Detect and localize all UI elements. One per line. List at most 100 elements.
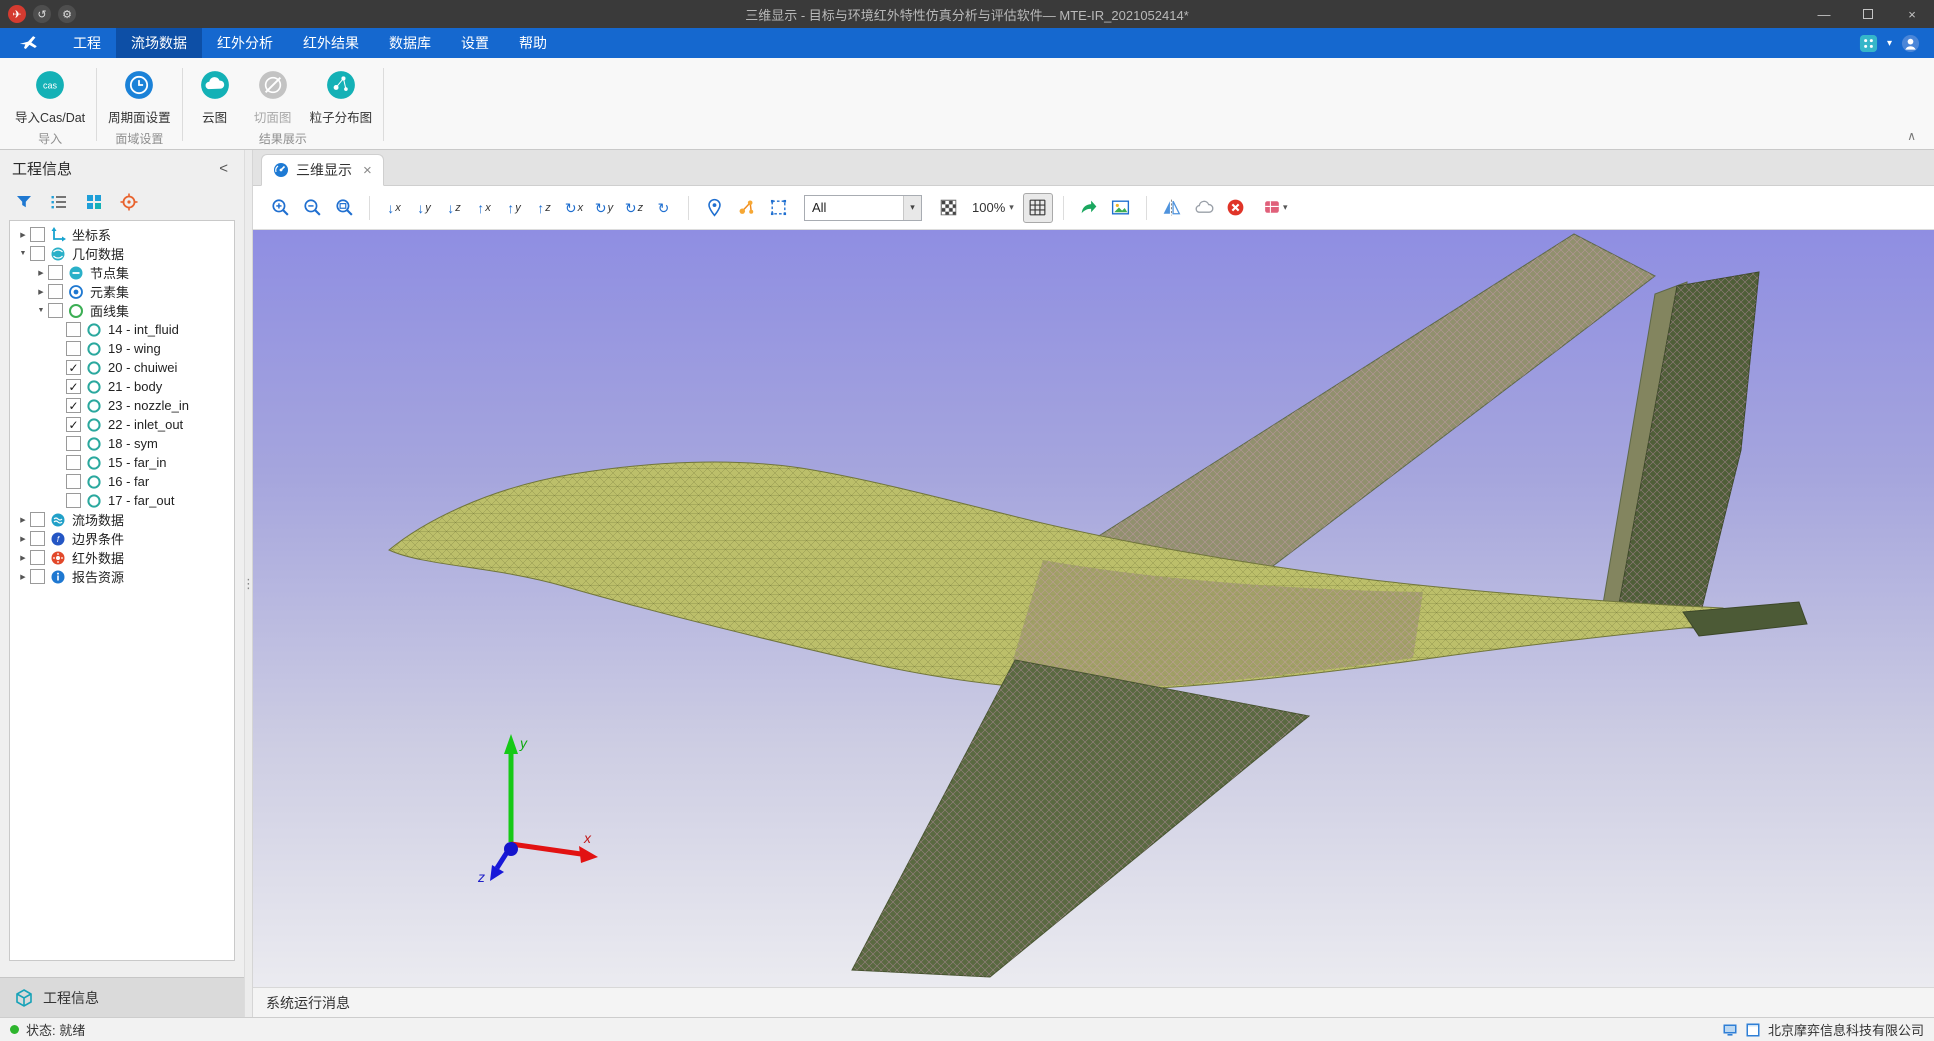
tree-checkbox[interactable]: [66, 493, 81, 508]
tree-expand-arrow[interactable]: ▶: [34, 288, 48, 296]
app-logo-icon[interactable]: ✈: [8, 5, 26, 23]
texture-render-button[interactable]: ▾: [1253, 193, 1297, 223]
filter-icon[interactable]: [15, 193, 33, 211]
rotate-z-button[interactable]: ↻z: [620, 193, 648, 223]
tree-item-surface-23-nozzle-in[interactable]: ✓23 - nozzle_in: [10, 396, 234, 415]
list-view-icon[interactable]: [50, 193, 68, 211]
account-icon[interactable]: [1901, 34, 1920, 53]
target-icon[interactable]: [120, 193, 138, 211]
menu-item-database[interactable]: 数据库: [374, 28, 446, 58]
tree-checkbox[interactable]: ✓: [66, 360, 81, 375]
tree-expand-arrow[interactable]: ▶: [16, 516, 30, 524]
tree-item-surface-16-far[interactable]: 16 - far: [10, 472, 234, 491]
panel-splitter[interactable]: ⋮: [244, 150, 253, 1017]
window-layout-icon[interactable]: [1745, 1022, 1761, 1038]
tree-expand-arrow[interactable]: ▶: [16, 554, 30, 562]
contour-map-button[interactable]: 云图: [187, 62, 243, 128]
tree-checkbox[interactable]: ✓: [66, 417, 81, 432]
screenshot-button[interactable]: [1106, 193, 1136, 223]
tree-checkbox[interactable]: ✓: [66, 398, 81, 413]
view-x-down-button[interactable]: ↓x: [380, 193, 408, 223]
tree-item-report-resource[interactable]: ▶报告资源: [10, 567, 234, 586]
tree-expand-arrow[interactable]: ▶: [16, 573, 30, 581]
tree-item-face-set[interactable]: ▼面线集: [10, 301, 234, 320]
tree-checkbox[interactable]: [30, 227, 45, 242]
menu-item-infrared-results[interactable]: 红外结果: [288, 28, 374, 58]
tree-checkbox[interactable]: [66, 474, 81, 489]
combo-dropdown-icon[interactable]: ▾: [903, 196, 921, 220]
clear-results-button[interactable]: [1221, 193, 1251, 223]
cloud-display-button[interactable]: [1189, 193, 1219, 223]
tree-item-surface-18-sym[interactable]: 18 - sym: [10, 434, 234, 453]
view-z-down-button[interactable]: ↓z: [440, 193, 468, 223]
display-mode-icon[interactable]: [1722, 1022, 1738, 1038]
minimize-button[interactable]: —: [1802, 0, 1846, 28]
mesh-grid-toggle[interactable]: [1023, 193, 1053, 223]
menu-item-engineering[interactable]: 工程: [58, 28, 116, 58]
tree-checkbox[interactable]: [66, 322, 81, 337]
tree-expand-arrow[interactable]: ▶: [16, 231, 30, 239]
panel-collapse-button[interactable]: <: [215, 160, 232, 177]
zoom-window-button[interactable]: [329, 193, 359, 223]
tree-item-boundary-condition[interactable]: ▶f边界条件: [10, 529, 234, 548]
project-info-tab[interactable]: 工程信息: [0, 977, 244, 1017]
tree-item-surface-15-far-in[interactable]: 15 - far_in: [10, 453, 234, 472]
tree-expand-arrow[interactable]: ▶: [16, 535, 30, 543]
tab-3d-display[interactable]: 三维显示 ×: [261, 154, 384, 186]
menu-item-settings[interactable]: 设置: [446, 28, 504, 58]
maximize-button[interactable]: [1846, 0, 1890, 28]
close-button[interactable]: ×: [1890, 0, 1934, 28]
display-filter-combo[interactable]: All ▾: [804, 195, 922, 221]
rotate-x-button[interactable]: ↻x: [560, 193, 588, 223]
zoom-in-button[interactable]: [265, 193, 295, 223]
texture-caret-icon[interactable]: ▾: [1283, 202, 1288, 213]
zoom-level-dropdown[interactable]: 100% ▾: [965, 200, 1021, 215]
tree-item-surface-20-chuiwei[interactable]: ✓20 - chuiwei: [10, 358, 234, 377]
ribbon-collapse-icon[interactable]: ∧: [1907, 129, 1916, 143]
rotate-y-button[interactable]: ↻y: [590, 193, 618, 223]
tree-checkbox[interactable]: [30, 246, 45, 261]
transparency-button[interactable]: [933, 193, 963, 223]
menu-item-help[interactable]: 帮助: [504, 28, 562, 58]
tree-item-infrared-data[interactable]: ▶红外数据: [10, 548, 234, 567]
probe-pin-button[interactable]: [699, 193, 729, 223]
tree-item-surface-17-far-out[interactable]: 17 - far_out: [10, 491, 234, 510]
tree-checkbox[interactable]: [48, 265, 63, 280]
menu-item-flow-field-data[interactable]: 流场数据: [116, 28, 202, 58]
menu-item-infrared-analysis[interactable]: 红外分析: [202, 28, 288, 58]
grid-view-icon[interactable]: [85, 193, 103, 211]
tree-item-coordinate-system[interactable]: ▶坐标系: [10, 225, 234, 244]
view-y-down-button[interactable]: ↓y: [410, 193, 438, 223]
tree-checkbox[interactable]: [30, 550, 45, 565]
tree-checkbox[interactable]: ✓: [66, 379, 81, 394]
tree-item-surface-14-int-fluid[interactable]: 14 - int_fluid: [10, 320, 234, 339]
tree-checkbox[interactable]: [30, 569, 45, 584]
tree-checkbox[interactable]: [30, 512, 45, 527]
box-select-button[interactable]: [763, 193, 793, 223]
tree-checkbox[interactable]: [48, 284, 63, 299]
tree-checkbox[interactable]: [66, 341, 81, 356]
tree-checkbox[interactable]: [66, 436, 81, 451]
tree-checkbox[interactable]: [66, 455, 81, 470]
viewport-3d[interactable]: y x z: [253, 230, 1934, 987]
rotate-free-button[interactable]: ↻: [650, 193, 678, 223]
tree-item-surface-21-body[interactable]: ✓21 - body: [10, 377, 234, 396]
periodic-face-setting-button[interactable]: 周期面设置: [101, 62, 178, 128]
particle-distribution-button[interactable]: 粒子分布图: [303, 62, 380, 128]
tree-item-flow-field-data[interactable]: ▶流场数据: [10, 510, 234, 529]
zoom-out-button[interactable]: [297, 193, 327, 223]
export-arrow-button[interactable]: [1074, 193, 1104, 223]
view-y-up-button[interactable]: ↑y: [500, 193, 528, 223]
tree-checkbox[interactable]: [30, 531, 45, 546]
import-cas-dat-button[interactable]: cas导入Cas/Dat: [8, 62, 92, 128]
tree-checkbox[interactable]: [48, 303, 63, 318]
tree-expand-arrow[interactable]: ▶: [34, 269, 48, 277]
tab-close-icon[interactable]: ×: [363, 162, 372, 179]
tree-expand-arrow[interactable]: ▼: [34, 307, 48, 314]
view-x-up-button[interactable]: ↑x: [470, 193, 498, 223]
mirror-button[interactable]: [1157, 193, 1187, 223]
undo-icon[interactable]: ↺: [33, 5, 51, 23]
apps-grid-icon[interactable]: [1859, 34, 1878, 53]
view-z-up-button[interactable]: ↑z: [530, 193, 558, 223]
tree-item-surface-19-wing[interactable]: 19 - wing: [10, 339, 234, 358]
